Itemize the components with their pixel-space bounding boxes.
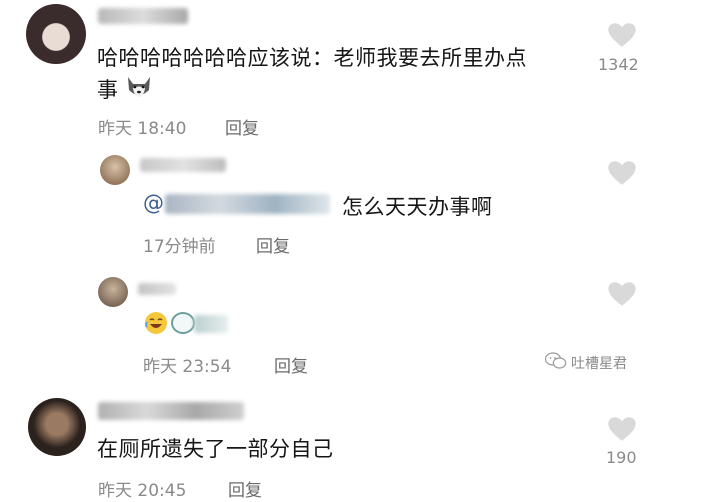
- watermark: 吐槽星君: [544, 352, 627, 374]
- comment-time: 昨天 18:40: [98, 119, 187, 139]
- comment-time: 17分钟前: [143, 237, 216, 257]
- watermark-text: 吐槽星君: [571, 356, 627, 372]
- mention-bubble[interactable]: [171, 312, 195, 334]
- mention-name-blurred[interactable]: [165, 194, 330, 214]
- like-button[interactable]: [607, 416, 637, 442]
- avatar[interactable]: [26, 4, 86, 64]
- reply-button[interactable]: 回复: [274, 352, 308, 377]
- avatar[interactable]: [98, 277, 128, 307]
- reply-button[interactable]: 回复: [256, 232, 290, 257]
- reply-button[interactable]: 回复: [228, 476, 262, 501]
- username-blurred[interactable]: [98, 402, 244, 420]
- username-blurred[interactable]: [140, 158, 226, 172]
- avatar[interactable]: [100, 155, 130, 185]
- username-blurred[interactable]: [138, 283, 176, 295]
- like-button[interactable]: [607, 281, 637, 307]
- like-button[interactable]: [607, 160, 637, 186]
- husky-emoji-icon: [124, 73, 154, 101]
- wechat-logo-icon: [544, 352, 567, 374]
- comment-time: 昨天 20:45: [98, 481, 187, 501]
- laughing-emoji-icon: [144, 311, 168, 335]
- avatar[interactable]: [28, 398, 86, 456]
- reply-button[interactable]: 回复: [225, 114, 259, 139]
- like-count: 1342: [598, 55, 639, 74]
- heart-icon: [607, 22, 637, 48]
- heart-icon: [607, 281, 637, 307]
- mention-prefix[interactable]: @: [143, 191, 165, 215]
- comment-text: 在厕所遗失了一部分自己: [97, 437, 334, 461]
- mention-name-blurred[interactable]: [194, 315, 228, 333]
- heart-icon: [607, 160, 637, 186]
- username-blurred[interactable]: [98, 8, 188, 24]
- comment-text-line-2: 事: [97, 78, 119, 102]
- comment-time: 昨天 23:54: [143, 357, 232, 377]
- like-button[interactable]: [607, 22, 637, 48]
- comment-text-line-1: 哈哈哈哈哈哈哈应该说：老师我要去所里办点: [97, 46, 527, 70]
- like-count: 190: [606, 448, 637, 467]
- comment-text: 怎么天天办事啊: [342, 195, 493, 219]
- heart-icon: [607, 416, 637, 442]
